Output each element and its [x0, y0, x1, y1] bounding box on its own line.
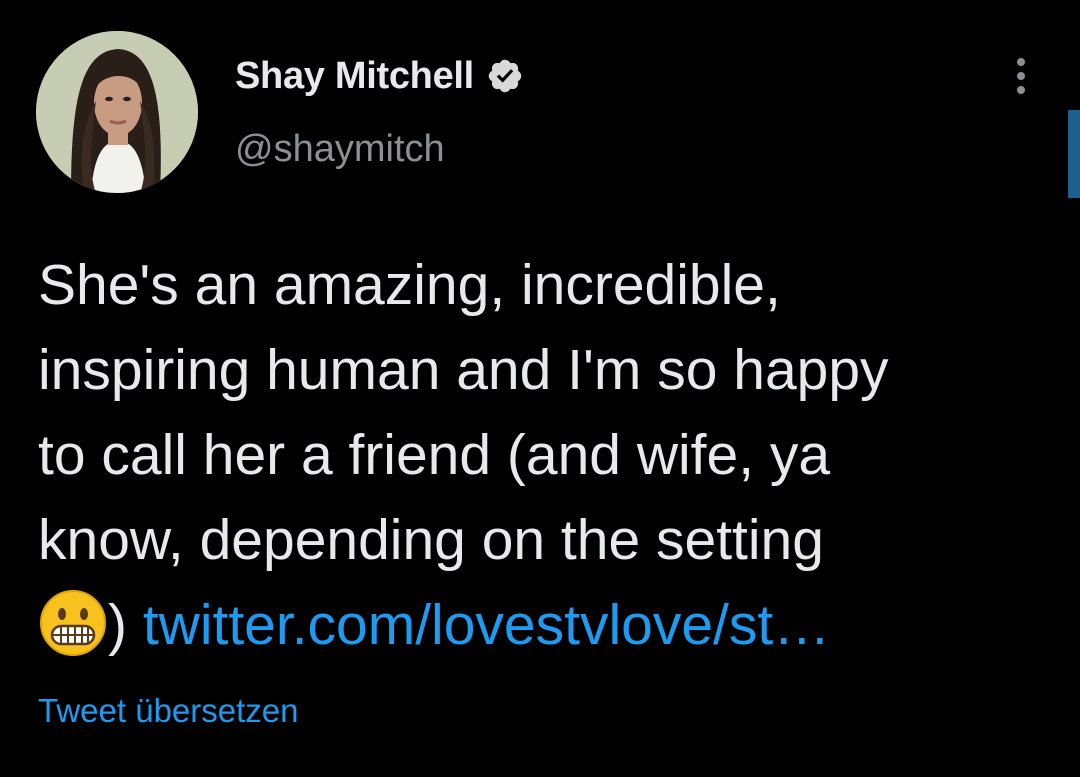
more-vertical-icon[interactable]	[1012, 58, 1030, 102]
tweet-text-line-last: ) twitter.com/lovestvlove/st…	[38, 583, 1038, 668]
scrollbar[interactable]	[1068, 110, 1080, 198]
tweet-text-line: know, depending on the setting	[38, 508, 824, 572]
author-name-row[interactable]: Shay Mitchell	[235, 50, 524, 102]
avatar-image	[36, 31, 198, 193]
tweet-text-line: to call her a friend (and wife, ya	[38, 423, 831, 487]
tweet-link[interactable]: twitter.com/lovestvlove/st…	[127, 593, 830, 657]
tweet-text: She's an amazing, incredible, inspiring …	[38, 243, 1038, 668]
avatar[interactable]	[36, 31, 198, 193]
tweet-text-closing: )	[108, 593, 127, 657]
grimacing-face-icon	[38, 588, 108, 658]
translate-tweet-link[interactable]: Tweet übersetzen	[38, 692, 299, 730]
author-display-name[interactable]: Shay Mitchell	[235, 55, 474, 98]
verified-badge-icon	[486, 57, 524, 95]
author-handle[interactable]: @shaymitch	[235, 128, 445, 171]
tweet-text-line: inspiring human and I'm so happy	[38, 338, 889, 402]
tweet-text-line: She's an amazing, incredible,	[38, 253, 781, 317]
